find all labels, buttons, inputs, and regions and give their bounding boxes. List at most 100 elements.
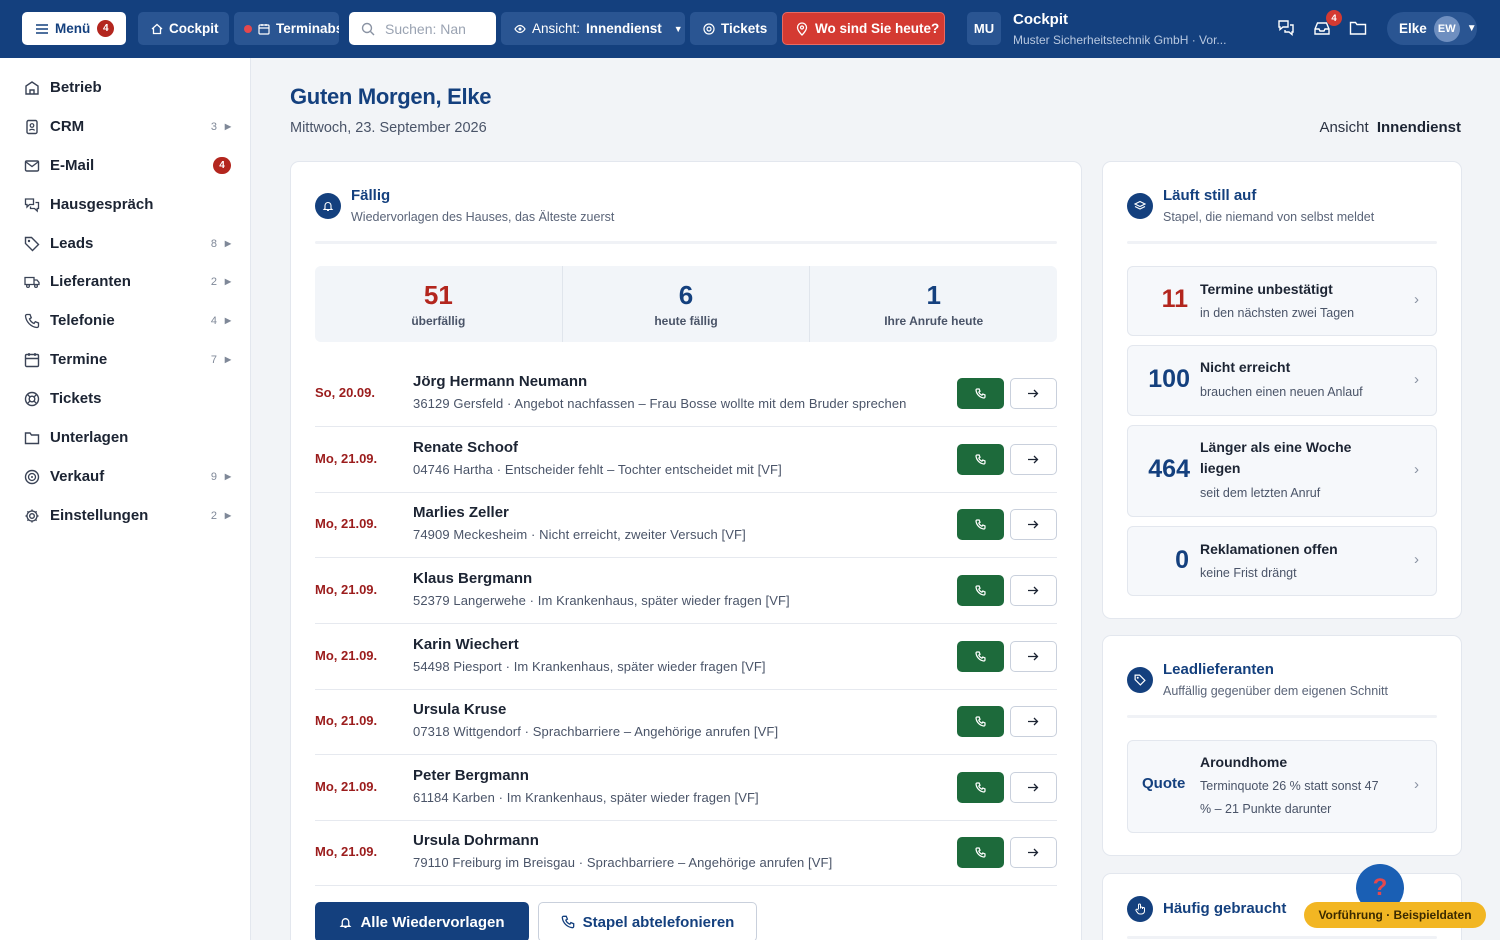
chat-button[interactable]	[1275, 17, 1297, 39]
contact-note: 36129 Gersfeld · Angebot nachfassen – Fr…	[413, 396, 907, 411]
phone-icon	[975, 847, 986, 858]
arrow-right-icon	[1028, 717, 1039, 726]
due-date: Mo, 21.09.	[315, 451, 378, 466]
due-card: Fällig Wiedervorlagen des Hauses, das Äl…	[290, 161, 1082, 940]
open-button[interactable]	[1010, 509, 1057, 540]
tile-older-than-week[interactable]: 464 Länger als eine Woche liegen seit de…	[1127, 425, 1437, 517]
call-button[interactable]	[957, 837, 1004, 868]
sidebar-item-crm[interactable]: CRM 3 ▶	[0, 107, 250, 146]
phone-icon	[975, 388, 986, 399]
phone-icon	[975, 519, 986, 530]
list-item[interactable]: Mo, 21.09. Peter Bergmann 61184 Karben ·…	[315, 755, 1057, 821]
sidebar-item-hausgespraech[interactable]: Hausgespräch	[0, 185, 250, 224]
chevron-down-icon: ▼	[1466, 23, 1477, 34]
sidebar-item-label: CRM	[50, 118, 85, 135]
list-item[interactable]: Mo, 21.09. Ursula Kruse 07318 Wittgendor…	[315, 689, 1057, 755]
list-item[interactable]: Mo, 21.09. Karin Wiechert 54498 Piesport…	[315, 624, 1057, 690]
sidebar-item-label: Verkauf	[50, 468, 105, 485]
arrow-right-icon	[1028, 783, 1039, 792]
open-button[interactable]	[1010, 706, 1057, 737]
open-button[interactable]	[1010, 837, 1057, 868]
list-item[interactable]: Mo, 21.09. Marlies Zeller 74909 Meckeshe…	[315, 492, 1057, 558]
sidebar-item-telefonie[interactable]: Telefonie 4 ▶	[0, 301, 250, 340]
sidebar-item-tickets[interactable]: Tickets	[0, 379, 250, 418]
top-bar: Menü 4 Cockpit Terminabs Ansicht: Innend…	[0, 0, 1500, 58]
sidebar-item-unterlagen[interactable]: Unterlagen	[0, 418, 250, 457]
expand-arrow-icon: ▶	[224, 511, 231, 520]
open-button[interactable]	[1010, 575, 1057, 606]
list-item[interactable]: So, 20.09. Jörg Hermann Neumann 36129 Ge…	[315, 361, 1057, 427]
call-button[interactable]	[957, 509, 1004, 540]
due-date: So, 20.09.	[315, 385, 375, 400]
arrow-right-icon	[1028, 586, 1039, 595]
open-button[interactable]	[1010, 772, 1057, 803]
call-button[interactable]	[957, 706, 1004, 737]
sidebar-item-einstellungen[interactable]: Einstellungen 2 ▶	[0, 496, 250, 535]
stat-label: Ihre Anrufe heute	[884, 314, 984, 328]
tile-title: Aroundhome	[1200, 754, 1288, 770]
sidebar-item-leads[interactable]: Leads 8 ▶	[0, 224, 250, 263]
folder-icon	[1349, 20, 1367, 36]
menu-button[interactable]: Menü 4	[22, 12, 126, 45]
tile-subtitle: seit dem letzten Anruf	[1200, 486, 1321, 500]
open-button[interactable]	[1010, 378, 1057, 409]
sidebar-item-betrieb[interactable]: Betrieb	[0, 68, 250, 107]
tile-supplier-aroundhome[interactable]: Quote Aroundhome Terminquote 26 % statt …	[1127, 740, 1437, 833]
batch-call-button[interactable]: Stapel abtelefonieren	[538, 902, 757, 940]
list-item[interactable]: Mo, 21.09. Renate Schoof 04746 Hartha · …	[315, 427, 1057, 493]
expand-arrow-icon: ▶	[224, 355, 231, 364]
inbox-button[interactable]: 4	[1311, 10, 1342, 39]
view-selector[interactable]: Ansicht: Innendienst ▼	[501, 12, 685, 45]
sidebar-item-termine[interactable]: Termine 7 ▶	[0, 340, 250, 379]
tile-number: 100	[1148, 365, 1190, 393]
arrow-right-icon	[1028, 652, 1039, 661]
sidebar-item-label: Unterlagen	[50, 429, 129, 446]
company-subtitle: Muster Sicherheitstechnik GmbH · Vor...	[1013, 33, 1227, 47]
call-button[interactable]	[957, 772, 1004, 803]
all-followups-button[interactable]: Alle Wiedervorlagen	[315, 902, 529, 940]
sidebar-item-lieferanten[interactable]: Lieferanten 2 ▶	[0, 262, 250, 301]
due-date: Mo, 21.09.	[315, 779, 378, 794]
contact-note: 54498 Piesport · Im Krankenhaus, später …	[413, 659, 766, 674]
tile-unconfirmed-appointments[interactable]: 11 Termine unbestätigt in den nächsten z…	[1127, 266, 1437, 336]
contact-note: 74909 Meckesheim · Nicht erreicht, zweit…	[413, 527, 746, 542]
call-button[interactable]	[957, 641, 1004, 672]
due-date: Mo, 21.09.	[315, 844, 378, 859]
call-button[interactable]	[957, 378, 1004, 409]
sidebar-item-email[interactable]: E-Mail 4	[0, 146, 250, 185]
list-item[interactable]: Mo, 21.09. Ursula Dohrmann 79110 Freibur…	[315, 820, 1057, 886]
tile-not-reached[interactable]: 100 Nicht erreicht brauchen einen neuen …	[1127, 345, 1437, 416]
open-button[interactable]	[1010, 444, 1057, 475]
list-item[interactable]: Mo, 21.09. Klaus Bergmann 52379 Langerwe…	[315, 558, 1057, 624]
contact-name: Ursula Dohrmann	[413, 832, 539, 849]
search-input[interactable]	[385, 20, 485, 37]
stat-my-calls[interactable]: 1 Ihre Anrufe heute	[810, 266, 1057, 342]
chat-icon	[24, 197, 40, 213]
call-button[interactable]	[957, 444, 1004, 475]
stat-label: heute fällig	[654, 314, 718, 328]
tile-complaints[interactable]: 0 Reklamationen offen keine Frist drängt…	[1127, 526, 1437, 596]
location-button[interactable]: Wo sind Sie heute?	[782, 12, 945, 45]
phone-icon	[975, 585, 986, 596]
user-menu[interactable]: Elke EW ▼	[1387, 12, 1477, 45]
call-button[interactable]	[957, 575, 1004, 606]
sidebar-item-label: E-Mail	[50, 157, 95, 174]
tag-icon	[24, 236, 40, 252]
sidebar-item-count: 4	[210, 314, 217, 327]
files-button[interactable]	[1347, 17, 1369, 39]
tickets-button[interactable]: Tickets	[690, 12, 777, 45]
cockpit-button[interactable]: Cockpit	[138, 12, 229, 45]
silent-subtitle: Stapel, die niemand von selbst meldet	[1163, 210, 1375, 224]
phone-icon	[975, 651, 986, 662]
stat-value: 6	[678, 280, 694, 310]
sidebar-item-verkauf[interactable]: Verkauf 9 ▶	[0, 457, 250, 496]
terminals-button[interactable]: Terminabs	[234, 12, 339, 45]
bell-icon	[339, 916, 352, 929]
view-indicator-label: Ansicht	[1319, 119, 1369, 136]
open-button[interactable]	[1010, 641, 1057, 672]
sidebar-item-label: Telefonie	[50, 312, 115, 329]
stat-overdue[interactable]: 51 überfällig	[315, 266, 563, 342]
search-box[interactable]	[349, 12, 496, 45]
silent-title: Läuft still auf	[1163, 187, 1257, 204]
stat-due-today[interactable]: 6 heute fällig	[563, 266, 811, 342]
